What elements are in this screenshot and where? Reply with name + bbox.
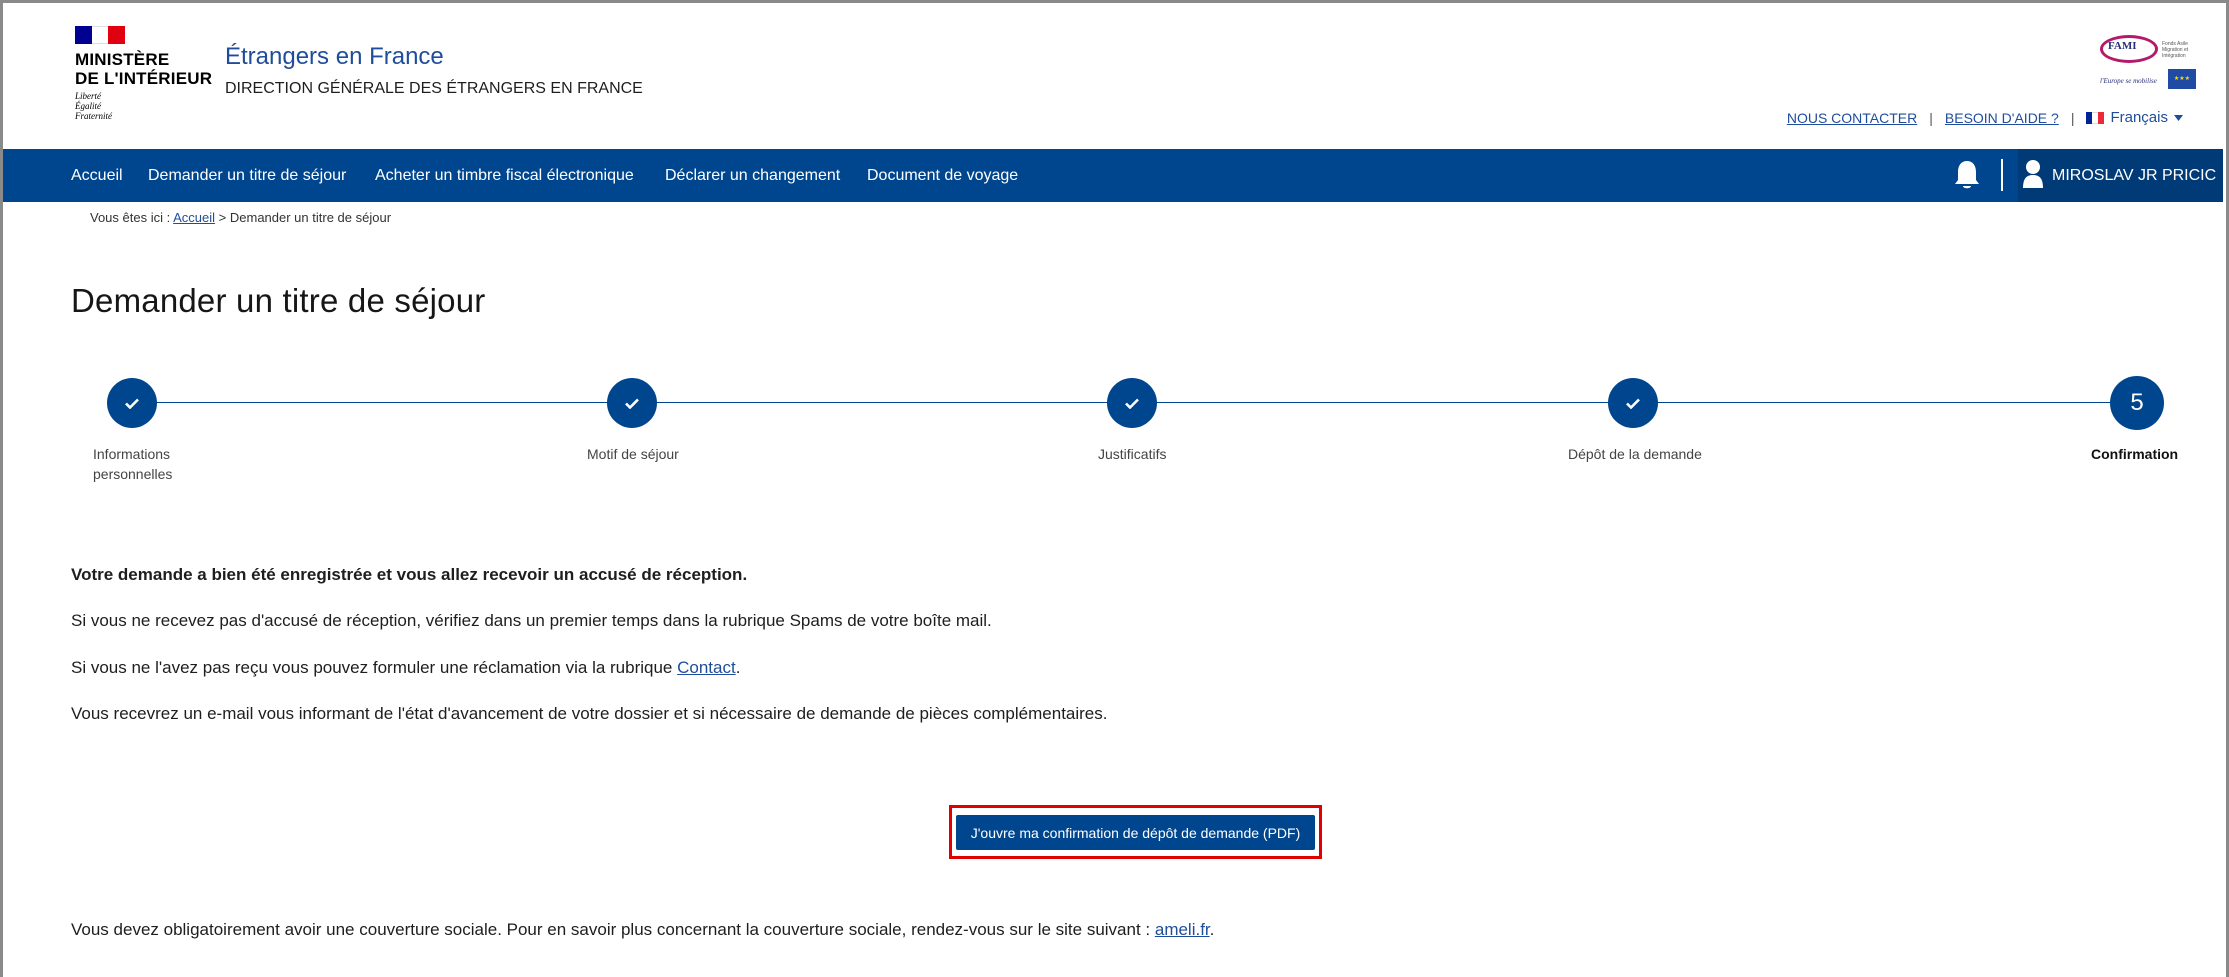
step-2-label: Motif de séjour: [587, 446, 679, 462]
breadcrumb-home-link[interactable]: Accueil: [173, 210, 215, 225]
spam-note: Si vous ne recevez pas d'accusé de récep…: [71, 611, 992, 630]
contact-link[interactable]: NOUS CONTACTER: [1787, 110, 1917, 126]
page-title: Demander un titre de séjour: [71, 282, 486, 319]
site-title[interactable]: Étrangers en France: [225, 43, 444, 71]
site-subtitle: DIRECTION GÉNÉRALE DES ÉTRANGERS EN FRAN…: [225, 80, 643, 97]
republic-motto: Liberté Égalité Fraternité: [75, 91, 112, 121]
user-menu[interactable]: MIROSLAV JR PRICIC: [2018, 149, 2223, 202]
step-3-check-icon: [1107, 378, 1157, 428]
caret-down-icon: [2174, 114, 2183, 121]
open-pdf-confirmation-button[interactable]: J'ouvre ma confirmation de dépôt de dema…: [956, 815, 1315, 850]
bell-icon[interactable]: [1953, 159, 1981, 191]
step-3-label: Justificatifs: [1098, 446, 1167, 462]
nav-item-accueil[interactable]: Accueil: [71, 167, 123, 185]
nav-item-titre-sejour[interactable]: Demander un titre de séjour: [148, 167, 346, 185]
step-5-current: 5: [2110, 376, 2164, 430]
step-4-check-icon: [1608, 378, 1658, 428]
email-note: Vous recevrez un e-mail vous informant d…: [71, 704, 1108, 723]
ministry-name: MINISTÈRE DE L'INTÉRIEUR: [75, 50, 213, 88]
nav-item-declarer-changement[interactable]: Déclarer un changement: [665, 167, 840, 185]
step-1-label: Informations personnelles: [93, 446, 173, 482]
confirmation-heading: Votre demande a bien été enregistrée et …: [71, 565, 748, 584]
help-link[interactable]: BESOIN D'AIDE ?: [1945, 110, 2059, 126]
fami-logo: FAMI Fonds Asile Migration et Intégratio…: [2096, 31, 2196, 93]
contact-link-inline[interactable]: Contact: [677, 658, 736, 677]
user-name: MIROSLAV JR PRICIC: [2052, 167, 2217, 184]
site-header: MINISTÈRE DE L'INTÉRIEUR Liberté Égalité…: [3, 3, 2223, 149]
language-selector[interactable]: Français: [2086, 109, 2183, 126]
marianne-logo: [75, 26, 125, 44]
nav-item-timbre-fiscal[interactable]: Acheter un timbre fiscal électronique: [375, 167, 634, 185]
step-1-check-icon: [107, 378, 157, 428]
french-flag-icon: [2086, 111, 2105, 124]
ameli-link[interactable]: ameli.fr: [1155, 920, 1210, 939]
step-2-check-icon: [607, 378, 657, 428]
step-4-label: Dépôt de la demande: [1568, 446, 1702, 462]
complaint-note: Si vous ne l'avez pas reçu vous pouvez f…: [71, 658, 741, 677]
eu-flag-icon: ★★★: [2168, 69, 2196, 89]
nav-item-document-voyage[interactable]: Document de voyage: [867, 167, 1018, 185]
social-coverage-note: Vous devez obligatoirement avoir une cou…: [71, 920, 1215, 939]
nav-divider: [2001, 159, 2003, 191]
breadcrumb: Vous êtes ici : Accueil > Demander un ti…: [90, 210, 392, 225]
top-links: NOUS CONTACTER | BESOIN D'AIDE ? | Franç…: [1787, 109, 2183, 126]
user-icon: [2023, 160, 2043, 188]
main-nav: Accueil Demander un titre de séjour Ache…: [3, 149, 2223, 202]
step-5-label: Confirmation: [2091, 446, 2179, 462]
